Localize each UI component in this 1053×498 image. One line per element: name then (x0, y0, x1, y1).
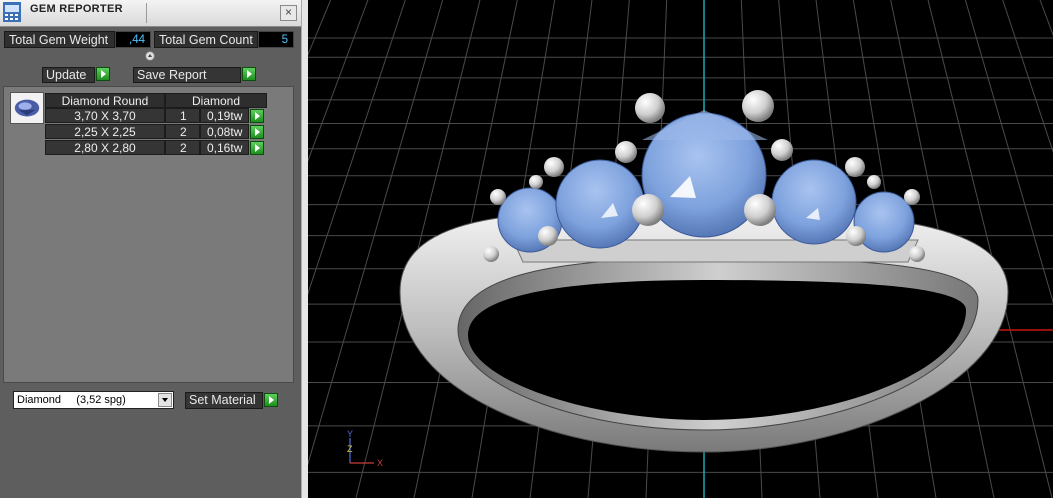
gem-size-cell: 2,80 X 2,80 (45, 140, 165, 155)
total-gem-weight-value: ,44 (115, 31, 151, 48)
gem-qty-cell: 2 (165, 140, 200, 155)
gem-weight-cell: 0,08tw (200, 124, 249, 139)
gem-size-cell: 3,70 X 3,70 (45, 108, 165, 123)
total-gem-count-value: 5 (258, 31, 294, 48)
update-arrow-icon[interactable] (96, 67, 110, 81)
close-button[interactable]: × (280, 5, 297, 21)
material-select[interactable]: Diamond (3,52 spg) (13, 391, 174, 409)
axis-z-label: Z (347, 444, 353, 454)
axis-y-label: Y (347, 429, 353, 439)
title-separator (146, 3, 147, 23)
gem-reporter-panel: GEM REPORTER × Total Gem Weight ,44 Tota… (0, 0, 301, 498)
gem-thumbnail-icon[interactable] (10, 92, 44, 124)
title-bar: GEM REPORTER × (0, 0, 301, 27)
gem-qty-cell: 2 (165, 124, 200, 139)
row-arrow-icon[interactable] (250, 109, 264, 123)
collapse-arrow-icon[interactable] (145, 51, 155, 61)
set-material-button[interactable]: Set Material (185, 392, 263, 409)
save-report-button[interactable]: Save Report (133, 67, 241, 83)
gem-weight-cell: 0,16tw (200, 140, 249, 155)
row-arrow-icon[interactable] (250, 125, 264, 139)
update-button[interactable]: Update (42, 67, 95, 83)
set-material-arrow-icon[interactable] (264, 393, 278, 407)
app-icon (3, 2, 21, 22)
dropdown-arrow-icon[interactable] (158, 393, 172, 407)
gem-medium-left (555, 159, 645, 249)
row-arrow-icon[interactable] (250, 141, 264, 155)
axis-x-label: X (377, 458, 383, 468)
gem-weight-cell: 0,19tw (200, 108, 249, 123)
panel-splitter[interactable] (301, 0, 308, 498)
total-gem-weight-label: Total Gem Weight (4, 31, 115, 48)
total-gem-count-label: Total Gem Count (154, 31, 258, 48)
gem-qty-cell: 1 (165, 108, 200, 123)
3d-scene: Y Z X (308, 0, 1053, 498)
table-header-type: Diamond (165, 93, 267, 108)
close-icon: × (284, 5, 292, 19)
gem-medium-right (771, 159, 857, 245)
3d-viewport[interactable]: Y Z X (308, 0, 1053, 498)
material-selected-value: Diamond (3,52 spg) (17, 394, 126, 406)
table-header-shape: Diamond Round (45, 93, 165, 108)
window-title: GEM REPORTER (30, 3, 123, 15)
gem-size-cell: 2,25 X 2,25 (45, 124, 165, 139)
save-report-arrow-icon[interactable] (242, 67, 256, 81)
